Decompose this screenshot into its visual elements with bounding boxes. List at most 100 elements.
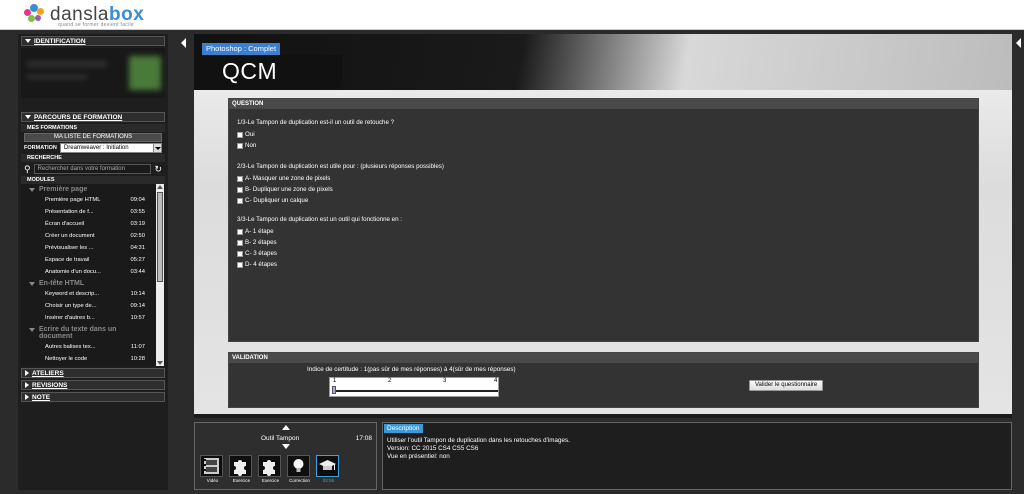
chevron-right-icon <box>25 382 29 388</box>
option-label: C- Dupliquer un calque <box>245 197 309 204</box>
user-name-blurred <box>27 60 107 68</box>
brand-name: danslabox <box>50 3 145 25</box>
search-input[interactable]: Rechercher dans votre formation <box>33 164 152 174</box>
thumb-exercice[interactable]: Exercice <box>258 455 281 483</box>
section-identification[interactable]: IDENTIFICATION <box>21 36 165 46</box>
answer-option[interactable]: B- 2 étapes <box>229 237 978 248</box>
checkbox[interactable] <box>237 250 243 257</box>
answer-option[interactable]: A- Masquer une zone de pixels <box>229 173 978 184</box>
ma-liste-button[interactable]: MA LISTE DE FORMATIONS <box>24 133 162 142</box>
search-icon[interactable]: ⚲ <box>24 164 31 174</box>
checkbox[interactable] <box>237 186 243 193</box>
mes-formations-label: MES FORMATIONS <box>21 124 165 132</box>
module-group[interactable]: En-tête HTML <box>21 278 165 288</box>
chevron-down-icon[interactable] <box>153 144 161 152</box>
answer-option[interactable]: C- 3 étapes <box>229 248 978 259</box>
refresh-icon[interactable]: ↻ <box>154 164 162 174</box>
user-info-blurred <box>27 74 87 80</box>
module-group[interactable]: Première page <box>21 184 165 194</box>
collapse-right-icon[interactable] <box>1016 38 1021 48</box>
section-ateliers[interactable]: ATELIERS <box>21 368 165 378</box>
video-duration: 17:08 <box>355 435 372 442</box>
slider-tick: 1 <box>333 378 337 384</box>
checkbox[interactable] <box>237 228 243 235</box>
scroll-up-icon[interactable] <box>157 185 163 189</box>
list-item[interactable]: Insérer d'autres b... 10:57 <box>21 312 165 324</box>
slider-track[interactable] <box>332 390 498 392</box>
module-group-title: En-tête HTML <box>39 280 85 287</box>
thumb-video[interactable]: Vidéo <box>200 455 223 483</box>
answer-option[interactable]: Oui <box>229 129 978 140</box>
description-line: Version: CC 2015 CS4 CS5 CS6 <box>387 445 479 452</box>
slider-tick: 3 <box>443 378 447 384</box>
module-group-title: Ecrire du texte dans un document <box>39 326 116 340</box>
list-item[interactable]: Première page HTML 09:04 <box>21 194 165 206</box>
module-title: Anatomie d'un docu... <box>45 269 101 275</box>
modules-label: MODULES <box>21 176 165 184</box>
modules-scrollbar[interactable] <box>156 184 164 366</box>
list-item[interactable]: Prévisualiser les ... 04:31 <box>21 242 165 254</box>
list-item[interactable]: Keyword et descrip... 10:14 <box>21 288 165 300</box>
module-duration: 02:50 <box>130 233 145 239</box>
scroll-down-icon[interactable] <box>157 361 163 365</box>
list-item[interactable]: Créer un document 02:50 <box>21 230 165 242</box>
answer-option[interactable]: Non <box>229 140 978 151</box>
formation-select[interactable]: Dreamweaver : Initiation <box>59 143 162 153</box>
module-duration: 11:07 <box>130 344 145 350</box>
identification-panel <box>21 48 165 98</box>
answer-option[interactable]: A- 1 étape <box>229 226 978 237</box>
thumb-quiz[interactable]: 02:56 <box>316 455 339 483</box>
option-label: Non <box>245 142 257 149</box>
module-title: Autres balises tex... <box>45 344 96 350</box>
option-label: D- 4 étapes <box>245 261 277 268</box>
brand-tagline: quand se former devient facile <box>58 22 134 28</box>
triangle-up-icon[interactable] <box>282 425 290 430</box>
checkbox[interactable] <box>237 261 243 268</box>
module-title: Présentation de f... <box>45 209 94 215</box>
module-duration: 03:19 <box>130 221 145 227</box>
collapse-sidebar-icon[interactable] <box>181 38 186 48</box>
certitude-label: Indice de certitude : 1(pas sûr de mes r… <box>307 366 516 373</box>
title-box: QCM <box>202 55 342 89</box>
slider-handle[interactable] <box>332 386 336 394</box>
section-parcours[interactable]: PARCOURS DE FORMATION <box>21 112 165 122</box>
certitude-slider[interactable]: 1 2 3 4 <box>329 377 499 397</box>
module-title: Insérer d'autres b... <box>45 315 95 321</box>
list-item[interactable]: Anatomie d'un docu... 03:44 <box>21 266 165 278</box>
recherche-label: RECHERCHE <box>21 154 165 162</box>
list-item[interactable]: Nettoyer le code 10:28 <box>21 353 165 365</box>
list-item[interactable]: Autres balises tex... 11:07 <box>21 341 165 353</box>
validation-header: VALIDATION <box>229 353 978 363</box>
scroll-thumb[interactable] <box>157 192 163 282</box>
module-group-title: Première page <box>39 186 88 193</box>
list-item[interactable]: Présentation de f... 03:55 <box>21 206 165 218</box>
checkbox[interactable] <box>237 142 243 149</box>
thumb-label: Correction <box>289 478 310 483</box>
course-tab: Photoshop : Complet <box>202 43 281 55</box>
validate-button[interactable]: Valider le questionnaire <box>749 380 824 391</box>
thumb-label: Exercice <box>232 478 251 483</box>
module-group[interactable]: Ecrire du texte dans un document <box>21 324 165 341</box>
answer-option[interactable]: B- Dupliquer une zone de pixels <box>229 184 978 195</box>
module-duration: 10:14 <box>130 291 145 297</box>
checkbox[interactable] <box>237 131 243 138</box>
list-item[interactable]: Espace de travail 05:27 <box>21 254 165 266</box>
triangle-down-icon[interactable] <box>282 444 290 449</box>
section-revisions[interactable]: REVISIONS <box>21 380 165 390</box>
checkbox[interactable] <box>237 197 243 204</box>
section-note[interactable]: NOTE <box>21 392 165 402</box>
thumb-label: 02:56 <box>322 478 335 483</box>
list-item[interactable]: Choisir un type de... 09:14 <box>21 300 165 312</box>
module-duration: 09:04 <box>130 197 145 203</box>
checkbox[interactable] <box>237 239 243 246</box>
thumb-exercice[interactable]: Exercice <box>229 455 252 483</box>
list-item[interactable]: Écran d'accueil 03:19 <box>21 218 165 230</box>
module-title: Prévisualiser les ... <box>45 245 94 251</box>
answer-option[interactable]: D- 4 étapes <box>229 259 978 270</box>
thumb-correction[interactable]: Correction <box>287 455 310 483</box>
description-tab[interactable]: Description <box>384 424 423 433</box>
page-title: QCM <box>222 58 278 84</box>
checkbox[interactable] <box>237 175 243 182</box>
answer-option[interactable]: C- Dupliquer un calque <box>229 195 978 206</box>
formation-label: FORMATION <box>24 145 57 151</box>
